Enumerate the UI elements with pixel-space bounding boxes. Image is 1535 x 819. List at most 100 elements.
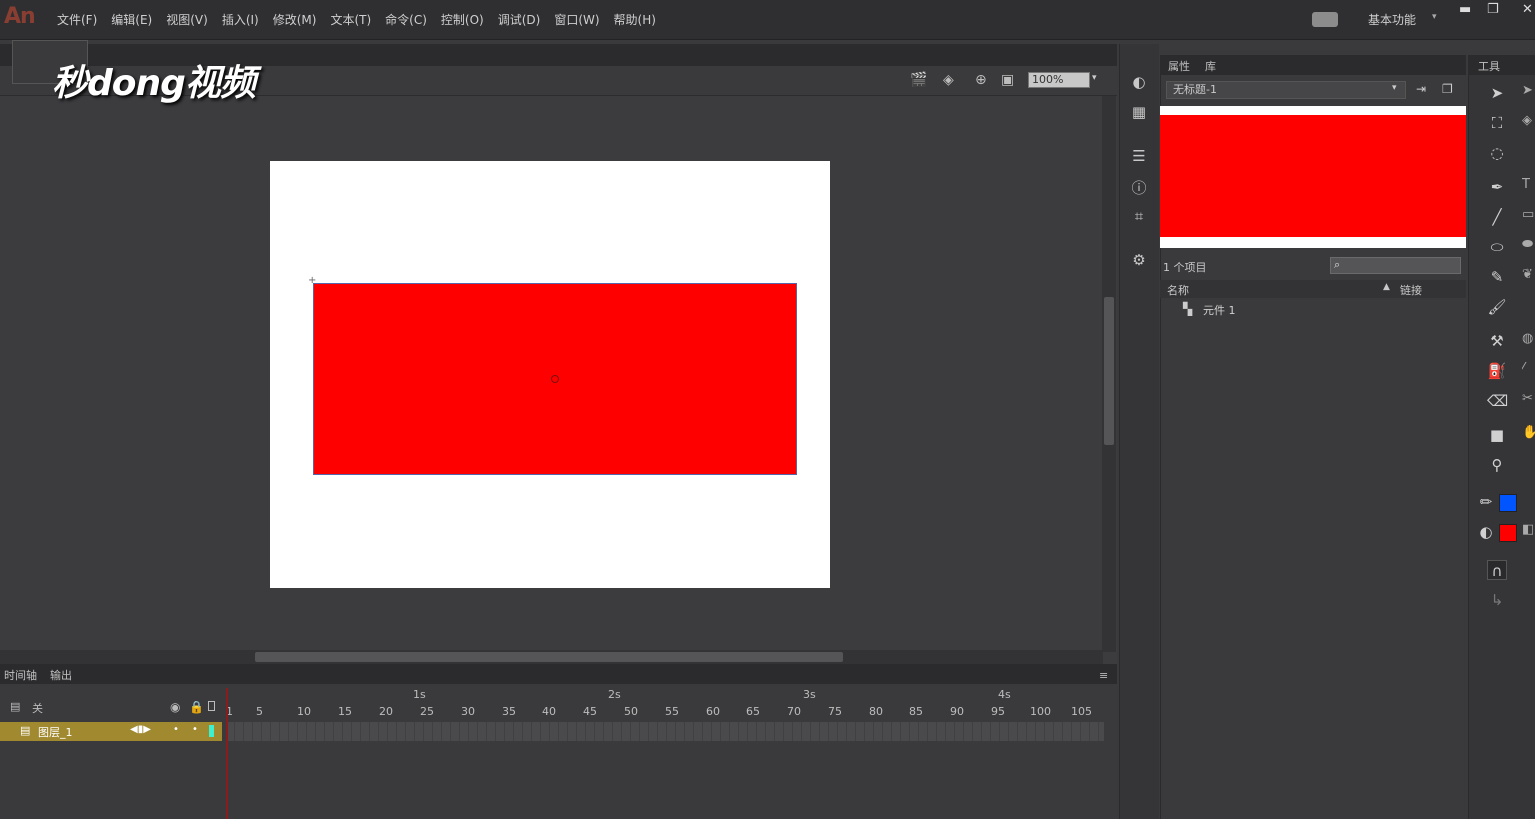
pencil-tool-icon[interactable]: ✎ bbox=[1487, 267, 1507, 287]
menu-window[interactable]: 窗口(W) bbox=[547, 11, 606, 29]
menu-modify[interactable]: 修改(M) bbox=[266, 11, 324, 29]
stroke-color-swatch[interactable] bbox=[1499, 494, 1517, 512]
eraser-tool-icon[interactable]: ⌫ bbox=[1487, 391, 1508, 411]
swap-colors-icon[interactable]: ◧ bbox=[1522, 522, 1535, 542]
column-linkage[interactable]: 链接 bbox=[1400, 282, 1422, 298]
fill-color-icon[interactable]: ◐ bbox=[1476, 522, 1496, 542]
library-preview-shape bbox=[1160, 115, 1466, 237]
frame-number: 10 bbox=[297, 705, 311, 718]
menu-commands[interactable]: 命令(C) bbox=[378, 11, 434, 29]
fill-color-swatch[interactable] bbox=[1499, 524, 1517, 542]
menu-view[interactable]: 视图(V) bbox=[159, 11, 215, 29]
library-item-count: 1 个项目 bbox=[1163, 261, 1207, 274]
library-item[interactable]: 元件 1 bbox=[1203, 302, 1236, 318]
layer-color-swatch[interactable] bbox=[209, 725, 214, 737]
registration-point bbox=[551, 375, 559, 383]
timeline-tabs: 时间轴 输出 bbox=[0, 664, 1117, 684]
menu-debug[interactable]: 调试(D) bbox=[491, 11, 548, 29]
subselection-tool-icon[interactable]: ➤ bbox=[1522, 83, 1535, 103]
tab-library[interactable]: 库 bbox=[1205, 58, 1216, 74]
stroke-color-icon[interactable]: ✏ bbox=[1476, 492, 1496, 512]
column-name[interactable]: 名称 bbox=[1167, 282, 1189, 298]
layer-row[interactable] bbox=[0, 722, 222, 741]
lock-dot[interactable]: • bbox=[192, 724, 198, 735]
free-transform-icon[interactable]: ⛶ bbox=[1487, 113, 1507, 133]
second-marker: 3s bbox=[803, 688, 816, 701]
horizontal-scroll-thumb[interactable] bbox=[255, 652, 843, 662]
library-document-select[interactable]: 无标题-1 bbox=[1166, 81, 1406, 99]
menu-help[interactable]: 帮助(H) bbox=[607, 11, 663, 29]
center-stage-icon[interactable]: ⊕ bbox=[975, 72, 987, 88]
frame-track[interactable] bbox=[226, 722, 1104, 741]
workspace-switcher[interactable]: 基本功能 bbox=[1368, 11, 1416, 28]
second-marker: 1s bbox=[413, 688, 426, 701]
lock-icon[interactable]: 🔒 bbox=[189, 700, 204, 714]
layer-controls-icon[interactable]: ◀▮▶ bbox=[130, 724, 151, 735]
clip-icon[interactable]: ▣ bbox=[1001, 72, 1014, 88]
smooth-icon[interactable]: ↳ bbox=[1487, 590, 1507, 610]
color-wheel-icon[interactable]: ◐ bbox=[1129, 73, 1149, 91]
minimize-icon[interactable]: ▬ bbox=[1459, 2, 1471, 17]
chevron-down-icon[interactable]: ▾ bbox=[1392, 83, 1397, 93]
sort-up-icon[interactable]: ▲ bbox=[1383, 282, 1390, 292]
swatches-icon[interactable]: ▦ bbox=[1129, 103, 1149, 121]
tab-timeline[interactable]: 时间轴 bbox=[4, 667, 37, 683]
components-icon[interactable]: ⚙ bbox=[1129, 251, 1149, 269]
polystar-tool-icon[interactable]: ⬬ bbox=[1522, 237, 1535, 257]
watermark-logo: 秒dong视频 bbox=[52, 63, 256, 104]
lasso-icon[interactable]: ◌ bbox=[1487, 143, 1507, 163]
panel-menu-icon[interactable]: ≡ bbox=[1099, 669, 1108, 682]
hand-tool-icon[interactable]: ✋ bbox=[1522, 425, 1535, 445]
menu-control[interactable]: 控制(O) bbox=[434, 11, 491, 29]
camera-tool-icon[interactable]: ■ bbox=[1487, 425, 1507, 445]
pin-icon[interactable]: ⇥ bbox=[1416, 82, 1426, 96]
rectangle-tool-icon[interactable]: ▭ bbox=[1522, 207, 1535, 227]
selection-tool-icon[interactable]: ➤ bbox=[1487, 83, 1507, 103]
vertical-scroll-thumb[interactable] bbox=[1104, 297, 1114, 445]
align-icon[interactable]: ☰ bbox=[1129, 147, 1149, 165]
symbol-edit-icon[interactable]: ◈ bbox=[943, 72, 954, 88]
deco-tool-icon[interactable]: ❦ bbox=[1522, 267, 1535, 287]
tab-properties[interactable]: 属性 bbox=[1168, 58, 1190, 74]
width-tool-icon[interactable]: ✂ bbox=[1522, 391, 1535, 411]
library-search-input[interactable] bbox=[1330, 257, 1461, 274]
timeline-header-label: 关 bbox=[32, 702, 43, 715]
bone-tool-icon[interactable]: ⚒ bbox=[1487, 331, 1507, 351]
zoom-input[interactable]: 100% bbox=[1028, 72, 1090, 88]
frame-number: 15 bbox=[338, 705, 352, 718]
outline-icon[interactable] bbox=[208, 701, 215, 711]
playhead[interactable] bbox=[226, 688, 228, 819]
search-icon: ⌕ bbox=[1334, 258, 1341, 271]
zoom-tool-icon[interactable]: ⚲ bbox=[1487, 455, 1507, 475]
pen-tool-icon[interactable]: ✒ bbox=[1487, 177, 1507, 197]
frame-number: 90 bbox=[950, 705, 964, 718]
eyedropper-icon[interactable]: ⁄ bbox=[1522, 361, 1535, 381]
gamepad-icon[interactable] bbox=[1312, 12, 1338, 27]
oval-tool-icon[interactable]: ⬭ bbox=[1487, 237, 1507, 257]
text-tool-icon[interactable]: T bbox=[1522, 177, 1535, 197]
new-library-icon[interactable]: ❐ bbox=[1442, 82, 1453, 96]
3d-rotation-icon[interactable]: ◈ bbox=[1522, 113, 1535, 133]
menu-text[interactable]: 文本(T) bbox=[323, 11, 378, 29]
frame-number: 75 bbox=[828, 705, 842, 718]
restore-icon[interactable]: ❐ bbox=[1487, 2, 1499, 17]
menu-insert[interactable]: 插入(I) bbox=[215, 11, 266, 29]
brush-tool-icon[interactable]: 🖌 bbox=[1487, 297, 1507, 317]
close-icon[interactable]: ✕ bbox=[1522, 2, 1533, 17]
line-tool-icon[interactable]: ╱ bbox=[1487, 207, 1507, 227]
visibility-dot[interactable]: • bbox=[173, 724, 179, 735]
tab-output[interactable]: 输出 bbox=[50, 667, 72, 683]
chevron-down-icon[interactable]: ▾ bbox=[1432, 12, 1437, 22]
eye-icon[interactable]: ◉ bbox=[170, 700, 180, 714]
paint-bucket-icon[interactable]: ◍ bbox=[1522, 331, 1535, 351]
ink-bottle-icon[interactable]: ⛽ bbox=[1487, 361, 1507, 381]
layer-icon: ▤ bbox=[20, 724, 31, 737]
snap-magnet-icon[interactable]: ∩ bbox=[1487, 560, 1507, 580]
info-icon[interactable]: ⓘ bbox=[1129, 177, 1149, 197]
layer-name[interactable]: 图层_1 bbox=[38, 724, 73, 740]
transform-icon[interactable]: ⌗ bbox=[1129, 207, 1149, 225]
menu-edit[interactable]: 编辑(E) bbox=[104, 11, 159, 29]
zoom-dropdown-icon[interactable]: ▾ bbox=[1092, 73, 1097, 83]
clapper-icon[interactable]: 🎬 bbox=[910, 72, 927, 88]
menu-file[interactable]: 文件(F) bbox=[50, 11, 104, 29]
